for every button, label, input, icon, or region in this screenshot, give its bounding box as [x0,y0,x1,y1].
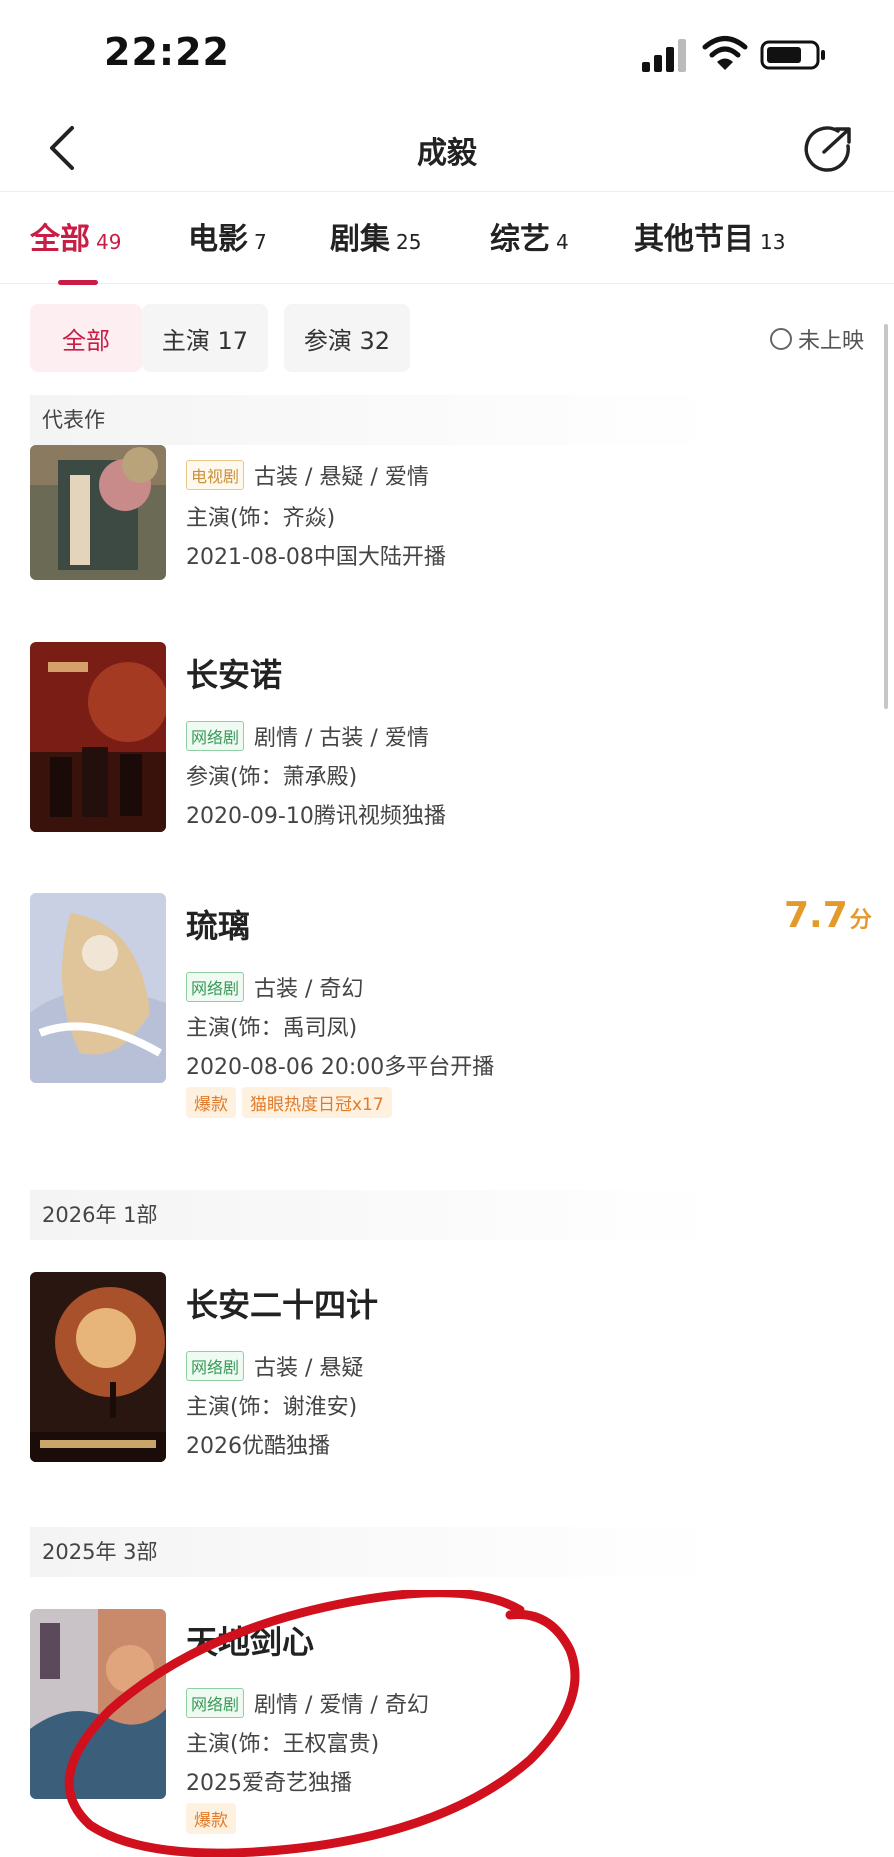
role-filters: 全部 主演 17 参演 32 未上映 [0,304,894,374]
movie-role: 参演(饰：萧承殿) [186,765,358,790]
platform-tag: 网络剧 [186,972,245,1002]
platform-tag: 电视剧 [186,460,245,490]
movie-role: 主演(饰：齐焱) [186,506,336,531]
unreleased-toggle[interactable]: 未上映 [770,324,864,354]
movie-item[interactable]: 电视剧 古装 / 悬疑 / 爱情 主演(饰：齐焱) 2021-08-08中国大陆开… [30,445,870,580]
tab-movies[interactable]: 电影 7 [188,214,267,258]
signal-icon [642,39,686,72]
tab-series[interactable]: 剧集 25 [330,214,421,258]
movie-rating: 7.7分 [784,895,872,936]
rating-value: 7.7 [784,895,848,936]
filter-all-chip[interactable]: 全部 [30,304,142,372]
unreleased-label: 未上映 [798,329,865,354]
poster-image [30,1272,166,1462]
movie-title: 长安诺 [186,656,283,694]
tab-variety[interactable]: 综艺 4 [490,214,569,258]
rating-unit: 分 [849,908,872,933]
tab-count: 13 [760,230,786,254]
scrollbar[interactable] [884,324,888,709]
nav-bar: 成毅 [0,104,894,192]
movie-genres: 古装 / 悬疑 / 爱情 [254,465,429,490]
red-annotation-circle [64,1590,580,1857]
wifi-icon [702,36,748,70]
movie-tags: 爆款 猫眼热度日冠x17 [186,1087,398,1118]
movie-release: 2026优酷独播 [186,1434,330,1459]
movie-item[interactable]: 长安诺 网络剧 剧情 / 古装 / 爱情 参演(饰：萧承殿) 2020-09-10… [30,642,870,832]
movie-title: 长安二十四计 [186,1286,379,1324]
section-header-featured: 代表作 [30,395,720,445]
tab-other-programs[interactable]: 其他节目 13 [634,214,785,258]
movie-genres: 剧情 / 古装 / 爱情 [254,726,429,751]
movie-genres: 古装 / 悬疑 [254,1356,364,1381]
hot-tag: 爆款 [186,1087,236,1118]
filter-supporting-chip[interactable]: 参演 32 [284,304,410,372]
tab-label: 全部 [30,222,90,257]
platform-tag: 网络剧 [186,721,245,751]
movie-genres: 古装 / 奇幻 [254,977,364,1002]
movie-genres-line: 网络剧 剧情 / 古装 / 爱情 [186,720,429,752]
poster-image [30,893,166,1083]
active-tab-indicator [58,280,98,285]
tab-label: 综艺 [490,222,550,257]
battery-icon [760,40,825,70]
movie-genres-line: 网络剧 古装 / 悬疑 [186,1350,363,1382]
tab-count: 25 [396,230,422,254]
category-tabs: 全部 49 电影 7 剧集 25 综艺 4 其他节目 13 [0,192,894,285]
section-header-2026: 2026年 1部 [30,1190,720,1240]
tab-label: 其他节目 [634,222,754,257]
movie-item[interactable]: 琉璃 7.7分 网络剧 古装 / 奇幻 主演(饰：禹司凤) 2020-08-06 … [30,893,872,1118]
tab-count: 7 [254,230,267,254]
movie-genres-line: 电视剧 古装 / 悬疑 / 爱情 [186,459,429,491]
movie-role: 主演(饰：谢淮安) [186,1395,358,1420]
movie-title: 琉璃 [186,907,251,945]
platform-tag: 网络剧 [186,1351,245,1381]
tab-label: 电影 [188,222,248,257]
status-time: 22:22 [104,30,230,74]
poster-image [30,642,166,832]
page-title: 成毅 [417,136,477,171]
tab-count: 49 [96,230,122,254]
movie-role: 主演(饰：禹司凤) [186,1016,358,1041]
poster-image [30,445,166,580]
movie-release: 2021-08-08中国大陆开播 [186,545,446,570]
filter-lead-chip[interactable]: 主演 17 [142,304,268,372]
ranking-tag: 猫眼热度日冠x17 [242,1087,392,1118]
tab-label: 剧集 [330,222,390,257]
status-bar: 22:22 [0,0,894,104]
movie-release: 2020-09-10腾讯视频独播 [186,804,446,829]
share-button[interactable] [800,124,856,176]
tab-all[interactable]: 全部 49 [30,214,121,258]
movie-release: 2020-08-06 20:00多平台开播 [186,1055,495,1080]
radio-circle-icon [770,328,792,350]
movie-item[interactable]: 长安二十四计 网络剧 古装 / 悬疑 主演(饰：谢淮安) 2026优酷独播 [30,1272,870,1462]
tab-count: 4 [556,230,569,254]
section-header-2025: 2025年 3部 [30,1527,720,1577]
movie-genres-line: 网络剧 古装 / 奇幻 [186,971,363,1003]
